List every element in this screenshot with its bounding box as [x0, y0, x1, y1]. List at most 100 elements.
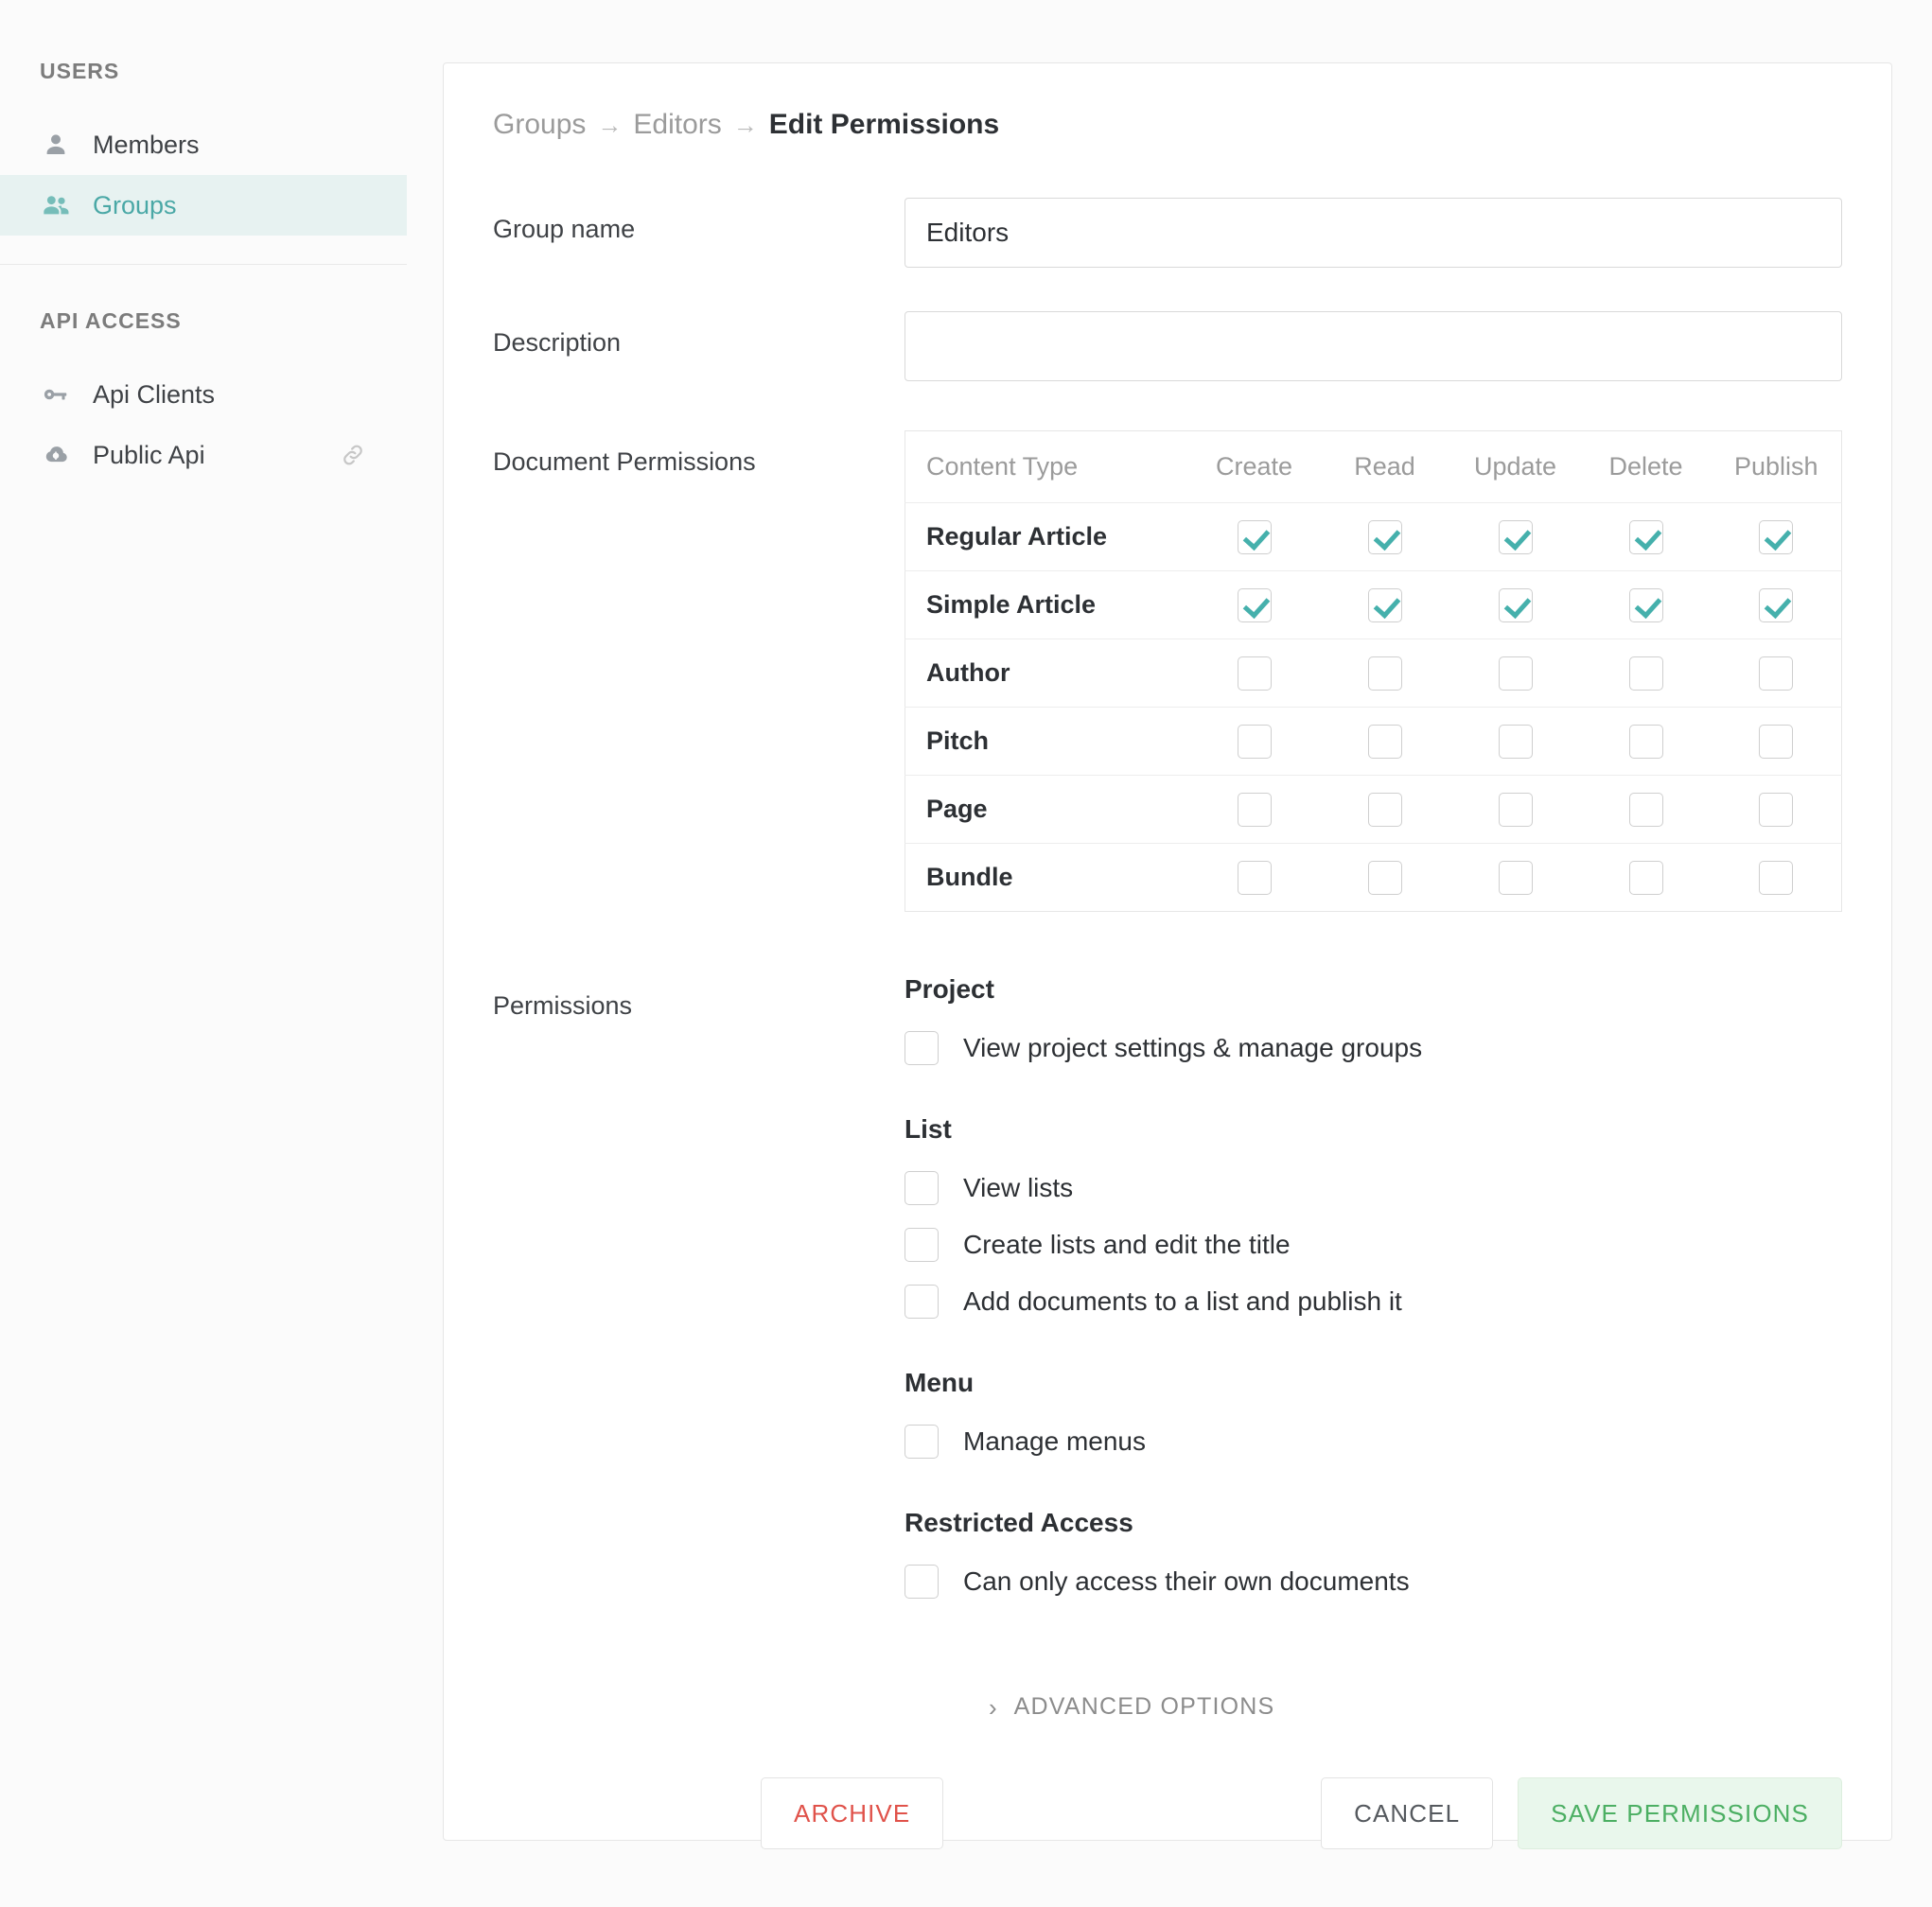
checkbox-delete[interactable]: [1628, 519, 1663, 554]
checkbox-delete[interactable]: [1628, 656, 1663, 691]
sidebar-section-title-users: USERS: [40, 59, 120, 83]
permission-cell-delete: [1580, 502, 1712, 571]
person-icon: [40, 129, 72, 161]
permission-group: Menu Manage menus: [905, 1368, 1842, 1459]
checkbox-update[interactable]: [1498, 587, 1533, 622]
document-permissions-row: Document Permissions Content Type Create…: [444, 430, 1891, 912]
permission-checkbox[interactable]: [905, 1565, 939, 1599]
document-permissions-label: Document Permissions: [493, 447, 756, 476]
main-content: Groups → Editors → Edit Permissions Grou…: [407, 0, 1932, 1907]
checkbox-publish[interactable]: [1759, 860, 1794, 895]
edit-permissions-card: Groups → Editors → Edit Permissions Grou…: [443, 62, 1892, 1849]
document-permissions-table-wrap: Content Type Create Read Update Delete P…: [905, 430, 1842, 912]
permission-checkbox[interactable]: [905, 1031, 939, 1065]
permission-cell-delete: [1580, 570, 1712, 639]
cloud-api-icon: [40, 439, 72, 471]
sidebar-item-api-clients[interactable]: Api Clients: [0, 364, 407, 425]
checkbox-create[interactable]: [1237, 724, 1272, 759]
permission-option[interactable]: Manage menus: [905, 1425, 1842, 1459]
checkbox-publish[interactable]: [1759, 519, 1794, 554]
permission-cell-update: [1450, 844, 1581, 912]
table-row: Regular Article: [905, 502, 1842, 571]
permission-option-label: View project settings & manage groups: [963, 1033, 1423, 1062]
column-header-publish: Publish: [1711, 430, 1842, 503]
permission-option[interactable]: Add documents to a list and publish it: [905, 1285, 1842, 1319]
permission-cell-create: [1189, 844, 1320, 912]
sidebar-item-members[interactable]: Members: [0, 114, 407, 175]
permission-checkbox[interactable]: [905, 1285, 939, 1319]
permission-cell-update: [1449, 775, 1581, 844]
link-icon[interactable]: [337, 439, 369, 471]
description-input[interactable]: [905, 311, 1842, 381]
checkbox-update[interactable]: [1498, 519, 1533, 554]
permission-option-label: Add documents to a list and publish it: [963, 1286, 1402, 1316]
checkbox-update[interactable]: [1498, 656, 1533, 691]
chevron-right-icon: ›: [989, 1692, 997, 1722]
permission-option[interactable]: Can only access their own documents: [905, 1565, 1842, 1599]
sidebar: USERS Members Groups API ACCESS Api Clie…: [0, 0, 407, 1907]
checkbox-read[interactable]: [1367, 587, 1402, 622]
permission-checkbox[interactable]: [905, 1171, 939, 1205]
checkbox-read[interactable]: [1367, 792, 1402, 827]
permission-group: Project View project settings & manage gr…: [905, 974, 1842, 1065]
breadcrumb-item-editors[interactable]: Editors: [633, 111, 721, 139]
form-footer: ARCHIVE CANCEL SAVE PERMISSIONS: [444, 1777, 1891, 1849]
permission-cell-delete: [1581, 844, 1712, 912]
permission-group: List View lists Create lists and edit the …: [905, 1114, 1842, 1319]
save-permissions-button[interactable]: SAVE PERMISSIONS: [1518, 1777, 1842, 1849]
checkbox-read[interactable]: [1367, 860, 1402, 895]
checkbox-publish[interactable]: [1759, 792, 1794, 827]
permission-checkbox[interactable]: [905, 1425, 939, 1459]
breadcrumb: Groups → Editors → Edit Permissions: [444, 63, 1891, 139]
cancel-button[interactable]: CANCEL: [1321, 1777, 1494, 1849]
checkbox-create[interactable]: [1237, 519, 1272, 554]
permission-checkbox[interactable]: [905, 1228, 939, 1262]
checkbox-delete[interactable]: [1628, 724, 1663, 759]
permission-option[interactable]: View lists: [905, 1171, 1842, 1205]
table-row: Simple Article: [905, 570, 1842, 639]
advanced-options-toggle[interactable]: › ADVANCED OPTIONS: [444, 1693, 1891, 1721]
description-label: Description: [493, 328, 622, 357]
table-row: Author: [905, 639, 1842, 708]
sidebar-item-groups[interactable]: Groups: [0, 175, 407, 236]
content-type-name: Author: [905, 639, 1189, 708]
checkbox-read[interactable]: [1367, 519, 1402, 554]
breadcrumb-separator-icon: →: [732, 111, 758, 139]
checkbox-delete[interactable]: [1628, 587, 1663, 622]
checkbox-update[interactable]: [1498, 860, 1533, 895]
checkbox-delete[interactable]: [1628, 860, 1663, 895]
sidebar-item-label: Groups: [93, 190, 177, 219]
permission-option[interactable]: View project settings & manage groups: [905, 1031, 1842, 1065]
table-row: Bundle: [905, 844, 1842, 912]
checkbox-create[interactable]: [1237, 656, 1272, 691]
checkbox-update[interactable]: [1498, 724, 1533, 759]
checkbox-read[interactable]: [1367, 656, 1402, 691]
content-type-name: Page: [905, 775, 1189, 844]
content-type-name: Regular Article: [905, 502, 1189, 571]
checkbox-create[interactable]: [1237, 860, 1272, 895]
sidebar-item-public-api[interactable]: Public Api: [0, 425, 407, 485]
checkbox-update[interactable]: [1498, 792, 1533, 827]
sidebar-item-label: Api Clients: [93, 379, 216, 409]
checkbox-publish[interactable]: [1759, 656, 1794, 691]
breadcrumb-item-current: Edit Permissions: [768, 109, 1000, 140]
permission-group-title: List: [905, 1114, 952, 1144]
permission-cell-read: [1319, 570, 1450, 639]
archive-button[interactable]: ARCHIVE: [761, 1777, 944, 1849]
document-permissions-table: Content Type Create Read Update Delete P…: [905, 430, 1842, 912]
sidebar-item-label: Public Api: [93, 440, 205, 469]
checkbox-publish[interactable]: [1759, 587, 1794, 622]
checkbox-read[interactable]: [1367, 724, 1402, 759]
permission-group-title: Restricted Access: [905, 1508, 1133, 1537]
checkbox-delete[interactable]: [1628, 792, 1663, 827]
checkbox-publish[interactable]: [1759, 724, 1794, 759]
checkbox-create[interactable]: [1237, 587, 1272, 622]
breadcrumb-item-groups[interactable]: Groups: [493, 111, 586, 139]
group-name-field-wrap: [905, 198, 1842, 268]
permission-option[interactable]: Create lists and edit the title: [905, 1228, 1842, 1262]
group-name-input[interactable]: [905, 198, 1842, 268]
checkbox-create[interactable]: [1237, 792, 1272, 827]
advanced-options-label: ADVANCED OPTIONS: [1013, 1693, 1275, 1720]
permission-option-label: Can only access their own documents: [963, 1566, 1410, 1596]
permission-cell-create: [1188, 502, 1320, 571]
